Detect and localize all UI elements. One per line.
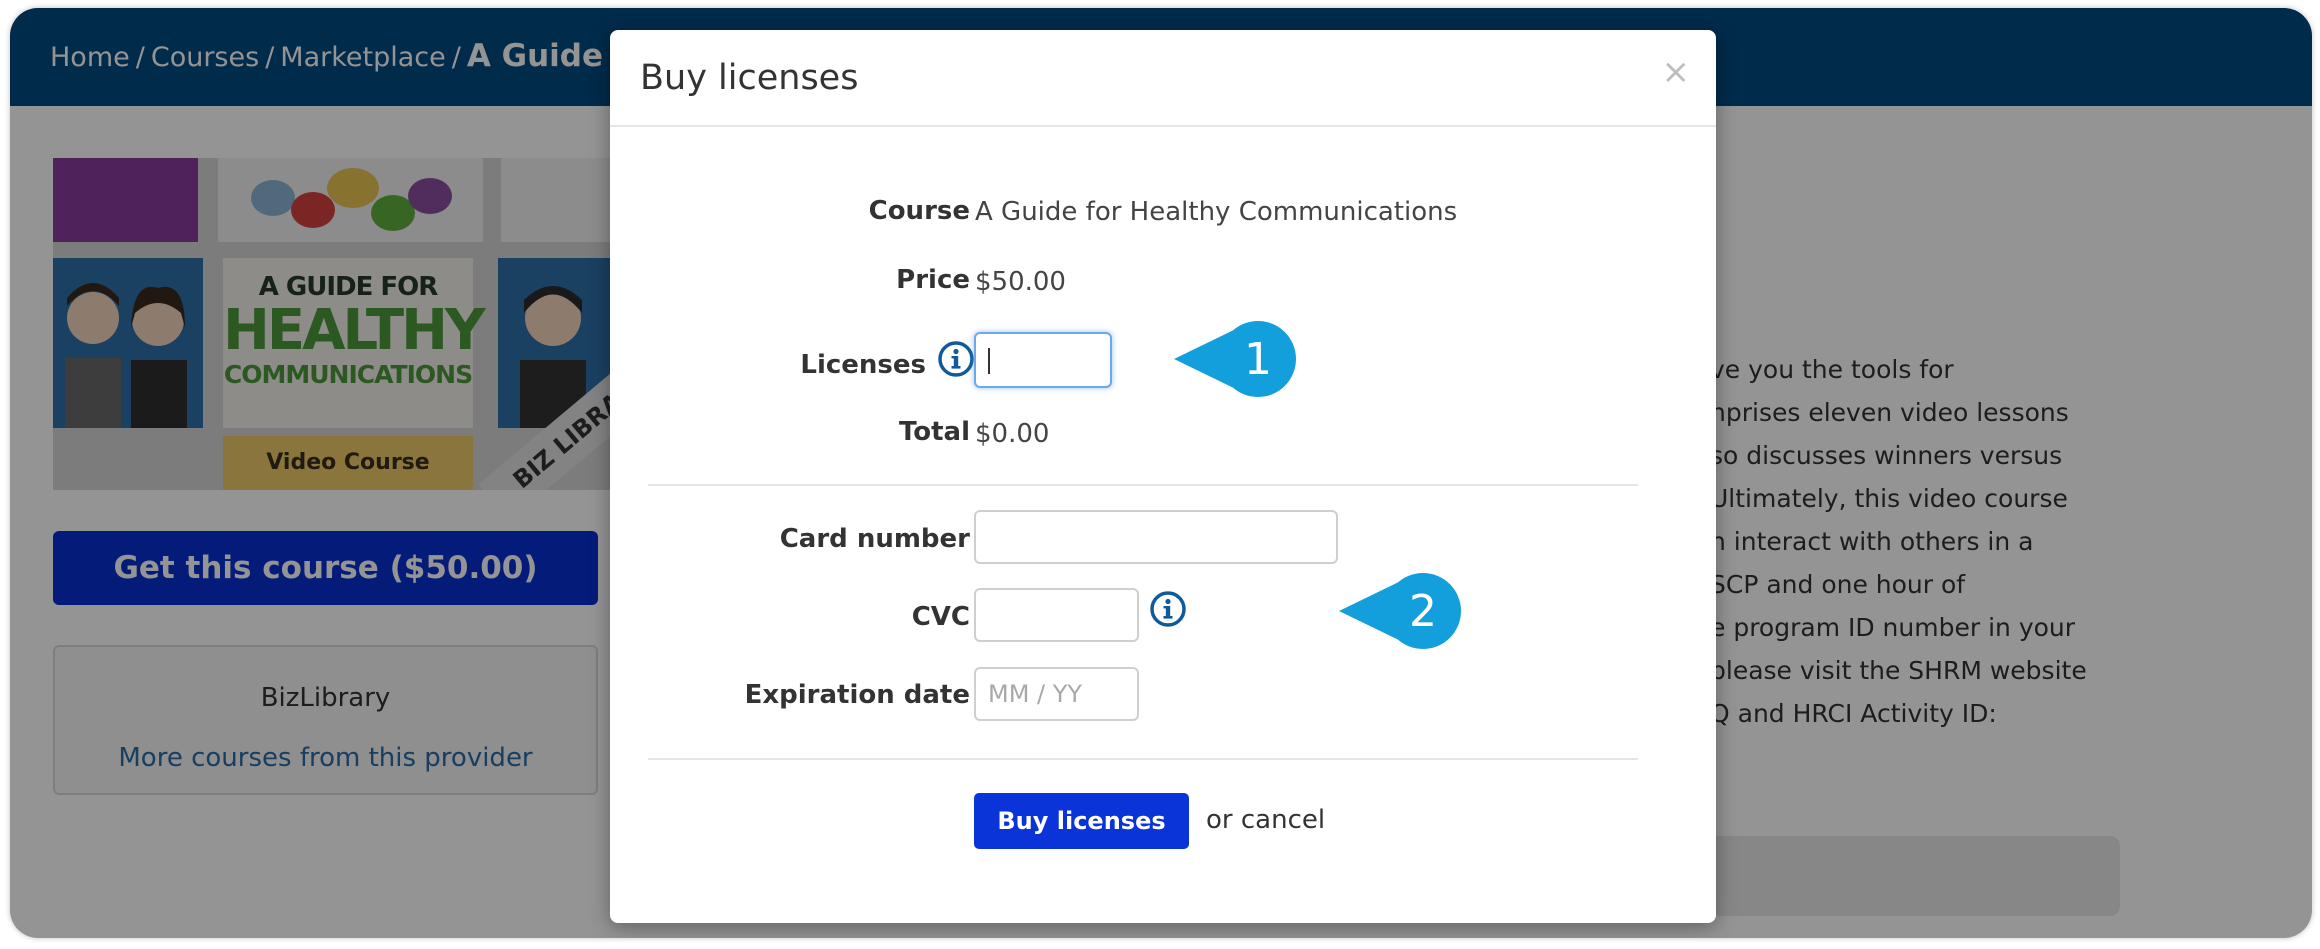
cvc-input[interactable]: [974, 588, 1139, 642]
card-number-label: Card number: [779, 524, 970, 554]
price-value: $50.00: [975, 267, 1066, 297]
step-callout-1: 1: [1174, 321, 1296, 397]
buy-licenses-modal: Buy licenses × Course A Guide for Health…: [610, 30, 1716, 923]
app-window: Home / Courses / Marketplace / A Guide for: [10, 8, 2312, 938]
cancel-link[interactable]: or cancel: [1206, 805, 1325, 835]
info-circle-icon[interactable]: [937, 340, 975, 378]
modal-header: Buy licenses ×: [610, 30, 1716, 127]
course-value: A Guide for Healthy Communications: [975, 197, 1458, 227]
callout-number: 2: [1409, 586, 1437, 637]
close-icon[interactable]: ×: [1662, 52, 1691, 92]
total-label: Total: [898, 417, 970, 447]
text-caret: [988, 348, 990, 374]
card-number-input[interactable]: [974, 510, 1338, 564]
licenses-label: Licenses: [800, 350, 926, 380]
buy-licenses-button[interactable]: Buy licenses: [974, 793, 1189, 849]
cvc-label: CVC: [911, 602, 970, 632]
divider: [648, 484, 1638, 486]
price-label: Price: [896, 265, 970, 295]
step-callout-2: 2: [1339, 573, 1461, 649]
course-label: Course: [868, 196, 970, 226]
expiration-date-label: Expiration date: [744, 680, 970, 710]
info-circle-icon[interactable]: [1149, 590, 1187, 628]
modal-title: Buy licenses: [640, 58, 859, 98]
expiration-date-input[interactable]: MM / YY: [974, 667, 1139, 721]
total-value: $0.00: [975, 419, 1050, 449]
callout-number: 1: [1244, 334, 1272, 385]
licenses-input[interactable]: [974, 332, 1112, 388]
divider: [648, 758, 1638, 760]
